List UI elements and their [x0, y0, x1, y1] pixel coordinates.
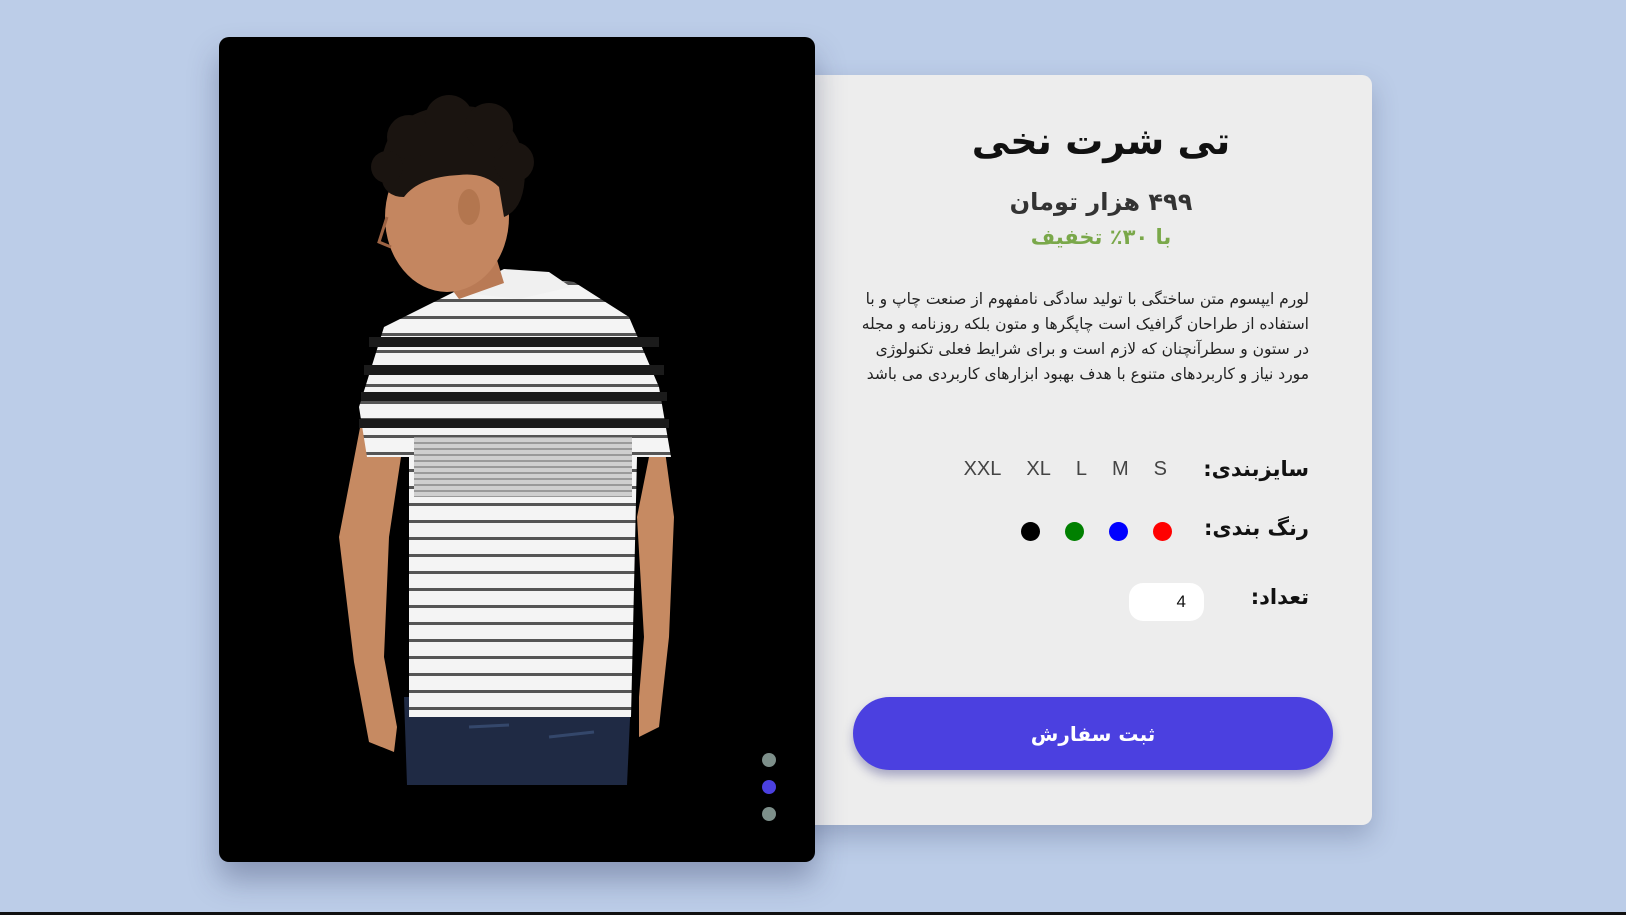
sizes-label: سایزبندی: [1203, 457, 1309, 481]
gallery-dot-1[interactable] [762, 753, 776, 767]
size-option-xxl[interactable]: XXL [964, 458, 1002, 481]
size-option-s[interactable]: S [1154, 458, 1167, 481]
gallery-dot-2-active[interactable] [762, 780, 776, 794]
gallery-pagination [762, 753, 778, 834]
discount-label: با ۳۰٪ تخفیف [1030, 225, 1172, 249]
color-options [996, 522, 1172, 541]
product-image-card [219, 37, 815, 862]
product-title: تی شرت نخی [971, 119, 1231, 163]
gallery-dot-3[interactable] [762, 807, 776, 821]
product-info-card: تی شرت نخی ۴۹۹ هزار تومان با ۳۰٪ تخفیف ل… [780, 75, 1372, 825]
size-option-xl[interactable]: XL [1026, 458, 1050, 481]
size-options: S M L XL XXL [939, 458, 1167, 481]
size-option-m[interactable]: M [1112, 458, 1129, 481]
quantity-input[interactable] [1129, 583, 1204, 621]
color-option-black[interactable] [1021, 522, 1040, 541]
product-description: لورم ایپسوم متن ساختگی با تولید سادگی نا… [861, 290, 1309, 383]
submit-order-button[interactable]: ثبت سفارش [853, 697, 1333, 770]
color-option-blue[interactable] [1109, 522, 1128, 541]
quantity-label: تعداد: [1250, 585, 1309, 609]
color-option-green[interactable] [1065, 522, 1084, 541]
color-option-red[interactable] [1153, 522, 1172, 541]
size-option-l[interactable]: L [1076, 458, 1087, 481]
product-price: ۴۹۹ هزار تومان [1009, 188, 1193, 216]
product-photo [339, 95, 674, 785]
colors-label: رنگ بندی: [1203, 516, 1309, 540]
